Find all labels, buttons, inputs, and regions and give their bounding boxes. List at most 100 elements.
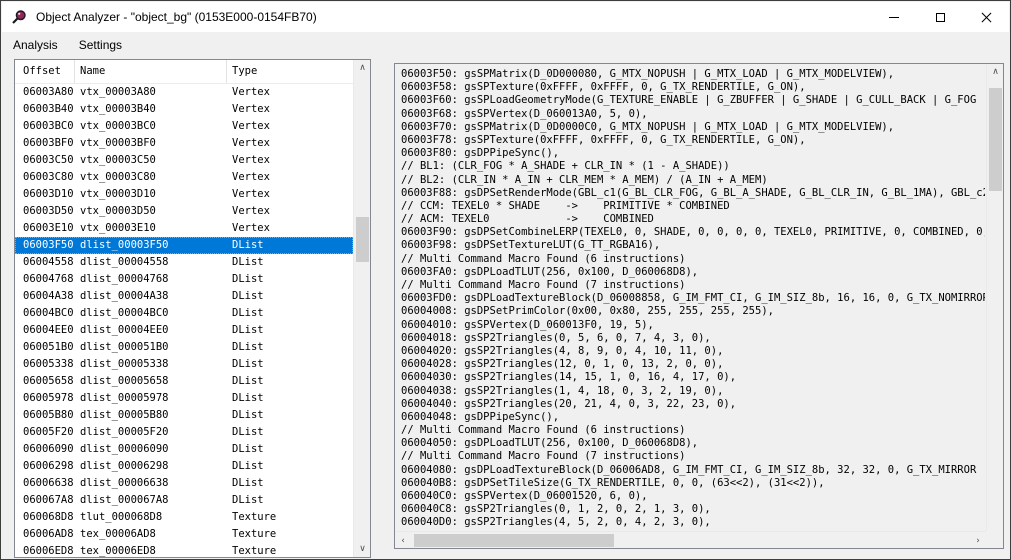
table-row[interactable]: 06005978dlist_00005978DList xyxy=(15,390,353,407)
code-line: 06003FA0: gsDPLoadTLUT(256, 0x100, D_060… xyxy=(401,266,985,279)
table-row[interactable]: 06003F50dlist_00003F50DList xyxy=(15,237,353,254)
cell-type: DList xyxy=(227,407,264,424)
cell-type: DList xyxy=(227,373,264,390)
list-scrollbar-thumb[interactable] xyxy=(356,217,369,262)
cell-offset: 06003B40 xyxy=(15,101,75,118)
column-header-name[interactable]: Name xyxy=(75,60,227,83)
code-line: 060040D0: gsSP2Triangles(4, 5, 2, 0, 4, … xyxy=(401,516,985,529)
cell-name: dlist_00004BC0 xyxy=(75,305,227,322)
cell-name: dlist_00006298 xyxy=(75,458,227,475)
table-row[interactable]: 06004768dlist_00004768DList xyxy=(15,271,353,288)
table-row[interactable]: 06005658dlist_00005658DList xyxy=(15,373,353,390)
table-row[interactable]: 06004558dlist_00004558DList xyxy=(15,254,353,271)
cell-name: vtx_00003C50 xyxy=(75,152,227,169)
table-row[interactable]: 06003D50vtx_00003D50Vertex xyxy=(15,203,353,220)
code-hscrollbar-thumb[interactable] xyxy=(414,534,614,547)
object-analyzer-window: Object Analyzer - "object_bg" (0153E000-… xyxy=(0,0,1011,560)
column-header-type[interactable]: Type xyxy=(227,60,353,83)
table-row[interactable]: 06003C50vtx_00003C50Vertex xyxy=(15,152,353,169)
table-row[interactable]: 06005338dlist_00005338DList xyxy=(15,356,353,373)
cell-offset: 06006AD8 xyxy=(15,526,75,543)
cell-type: Texture xyxy=(227,543,276,557)
minimize-icon xyxy=(889,17,899,18)
cell-type: Vertex xyxy=(227,169,270,186)
minimize-button[interactable] xyxy=(871,2,917,32)
code-line: 06003F58: gsSPTexture(0xFFFF, 0xFFFF, 0,… xyxy=(401,81,985,94)
table-row[interactable]: 060068D8tlut_000068D8Texture xyxy=(15,509,353,526)
code-line: 06003F80: gsDPPipeSync(), xyxy=(401,147,985,160)
menu-settings[interactable]: Settings xyxy=(69,33,132,57)
window-controls xyxy=(871,2,1009,32)
code-line: 060040C0: gsSPVertex(D_06001520, 6, 0), xyxy=(401,490,985,503)
cell-offset: 06003F50 xyxy=(15,237,75,254)
code-line: // BL1: (CLR_FOG * A_SHADE + CLR_IN * (1… xyxy=(401,160,985,173)
table-row[interactable]: 06006ED8tex_00006ED8Texture xyxy=(15,543,353,557)
cell-offset: 06005B80 xyxy=(15,407,75,424)
table-row[interactable]: 060067A8dlist_000067A8DList xyxy=(15,492,353,509)
table-row[interactable]: 06004EE0dlist_00004EE0DList xyxy=(15,322,353,339)
scroll-right-icon[interactable]: › xyxy=(970,532,986,549)
cell-type: DList xyxy=(227,424,264,441)
code-line: 06003F50: gsSPMatrix(D_0D000080, G_MTX_N… xyxy=(401,68,985,81)
scroll-up-icon[interactable]: ∧ xyxy=(354,60,371,76)
cell-offset: 06006090 xyxy=(15,441,75,458)
code-line: 06004030: gsSP2Triangles(14, 15, 1, 0, 1… xyxy=(401,371,985,384)
cell-name: vtx_00003D50 xyxy=(75,203,227,220)
close-icon xyxy=(981,12,992,23)
dlist-code-panel[interactable]: 06003F50: gsSPMatrix(D_0D000080, G_MTX_N… xyxy=(394,63,1004,549)
table-row[interactable]: 06003BC0vtx_00003BC0Vertex xyxy=(15,118,353,135)
cell-type: DList xyxy=(227,237,264,254)
cell-name: dlist_00006090 xyxy=(75,441,227,458)
code-line: 060040B8: gsDPSetTileSize(G_TX_RENDERTIL… xyxy=(401,477,985,490)
cell-offset: 060067A8 xyxy=(15,492,75,509)
maximize-button[interactable] xyxy=(917,2,963,32)
cell-name: dlist_00004558 xyxy=(75,254,227,271)
cell-offset: 06004558 xyxy=(15,254,75,271)
close-button[interactable] xyxy=(963,2,1009,32)
cell-type: Texture xyxy=(227,509,276,526)
scroll-left-icon[interactable]: ‹ xyxy=(395,532,411,549)
cell-name: dlist_00005978 xyxy=(75,390,227,407)
titlebar[interactable]: Object Analyzer - "object_bg" (0153E000-… xyxy=(2,2,1009,32)
scroll-down-icon[interactable]: ∨ xyxy=(354,541,371,557)
code-line: 06004038: gsSP2Triangles(1, 4, 18, 0, 3,… xyxy=(401,385,985,398)
table-row[interactable]: 06003D10vtx_00003D10Vertex xyxy=(15,186,353,203)
table-row[interactable]: 06003E10vtx_00003E10Vertex xyxy=(15,220,353,237)
list-vertical-scrollbar[interactable]: ∧ ∨ xyxy=(353,60,370,557)
column-header-offset[interactable]: Offset xyxy=(15,60,75,83)
list-header: Offset Name Type xyxy=(15,60,353,84)
table-row[interactable]: 06005B80dlist_00005B80DList xyxy=(15,407,353,424)
code-horizontal-scrollbar[interactable]: ‹ › xyxy=(395,531,986,548)
cell-type: DList xyxy=(227,305,264,322)
scrollbar-corner xyxy=(986,531,1003,548)
cell-type: DList xyxy=(227,458,264,475)
table-row[interactable]: 06006AD8tex_00006AD8Texture xyxy=(15,526,353,543)
cell-type: DList xyxy=(227,492,264,509)
cell-type: Texture xyxy=(227,526,276,543)
table-row[interactable]: 06006638dlist_00006638DList xyxy=(15,475,353,492)
code-line: 06003FD0: gsDPLoadTextureBlock(D_0600885… xyxy=(401,292,985,305)
table-row[interactable]: 06003C80vtx_00003C80Vertex xyxy=(15,169,353,186)
cell-offset: 06003C50 xyxy=(15,152,75,169)
code-line: // BL2: (CLR_IN * A_IN + CLR_MEM * A_MEM… xyxy=(401,174,985,187)
scroll-up-icon[interactable]: ∧ xyxy=(987,64,1004,80)
code-line: 06004010: gsSPVertex(D_060013F0, 19, 5), xyxy=(401,319,985,332)
table-row[interactable]: 06006090dlist_00006090DList xyxy=(15,441,353,458)
cell-offset: 06004BC0 xyxy=(15,305,75,322)
table-row[interactable]: 06003BF0vtx_00003BF0Vertex xyxy=(15,135,353,152)
code-vertical-scrollbar[interactable]: ∧ xyxy=(986,64,1003,531)
code-vscrollbar-thumb[interactable] xyxy=(989,88,1002,191)
table-row[interactable]: 060051B0dlist_000051B0DList xyxy=(15,339,353,356)
cell-type: Vertex xyxy=(227,152,270,169)
menu-analysis[interactable]: Analysis xyxy=(3,33,68,57)
table-row[interactable]: 06003A80vtx_00003A80Vertex xyxy=(15,84,353,101)
cell-offset: 06006638 xyxy=(15,475,75,492)
cell-offset: 06003C80 xyxy=(15,169,75,186)
table-row[interactable]: 06004A38dlist_00004A38DList xyxy=(15,288,353,305)
table-row[interactable]: 06004BC0dlist_00004BC0DList xyxy=(15,305,353,322)
table-row[interactable]: 06006298dlist_00006298DList xyxy=(15,458,353,475)
code-line: // ACM: TEXEL0 -> COMBINED xyxy=(401,213,985,226)
cell-type: Vertex xyxy=(227,101,270,118)
table-row[interactable]: 06005F20dlist_00005F20DList xyxy=(15,424,353,441)
table-row[interactable]: 06003B40vtx_00003B40Vertex xyxy=(15,101,353,118)
